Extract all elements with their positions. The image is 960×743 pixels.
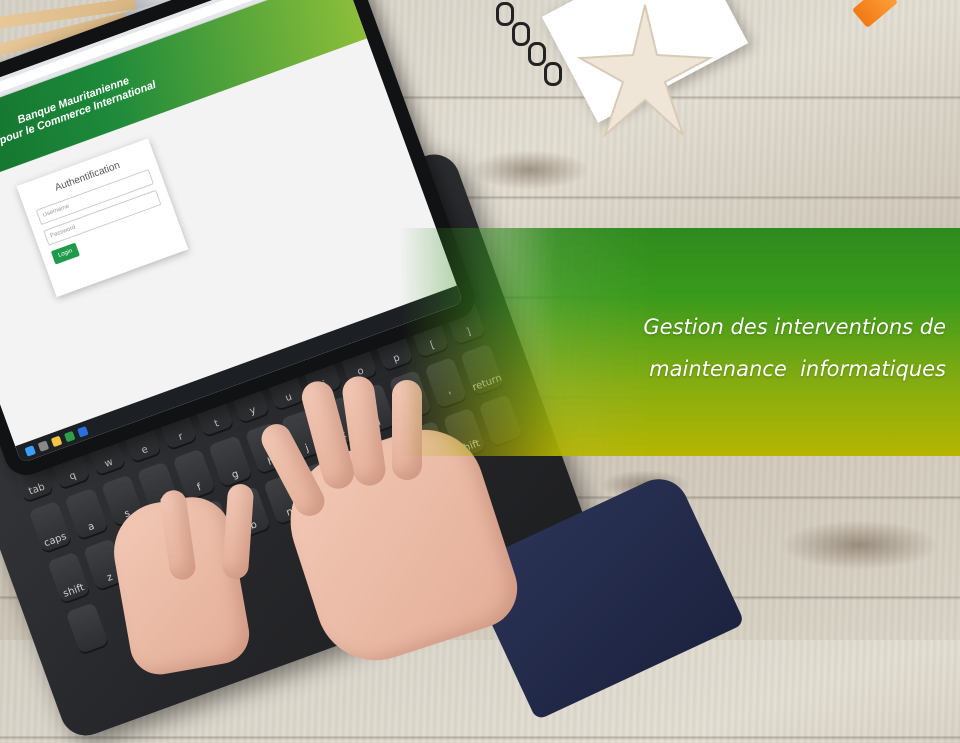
search-icon xyxy=(37,439,50,452)
windows-icon xyxy=(24,444,36,457)
keyboard-key: caps xyxy=(28,500,73,555)
login-button: Login xyxy=(50,242,80,265)
browser-icon xyxy=(63,430,76,442)
folder-icon xyxy=(50,435,63,447)
login-panel: Authentification Username Password Login xyxy=(16,138,189,298)
spiral-ring xyxy=(496,2,514,26)
promo-text: Gestion des interventions de maintenance … xyxy=(586,306,946,390)
keyboard-key: shift xyxy=(47,551,92,606)
starfish xyxy=(576,4,714,139)
keyboard-key: g xyxy=(208,435,253,489)
mail-icon xyxy=(76,425,89,438)
wood-knot xyxy=(780,520,940,570)
keyboard-key xyxy=(65,602,110,656)
hero-image: { "banner": { "line1": "Gestion des inte… xyxy=(0,0,960,743)
spiral-ring xyxy=(512,22,530,46)
promo-line-1: Gestion des interventions de xyxy=(643,315,946,339)
wood-knot xyxy=(470,150,590,190)
keyboard-key: a xyxy=(64,487,109,542)
promo-line-2: maintenance informatiques xyxy=(649,357,946,381)
spiral-ring xyxy=(544,62,562,86)
spiral-ring xyxy=(528,42,546,66)
pencil xyxy=(851,0,899,29)
